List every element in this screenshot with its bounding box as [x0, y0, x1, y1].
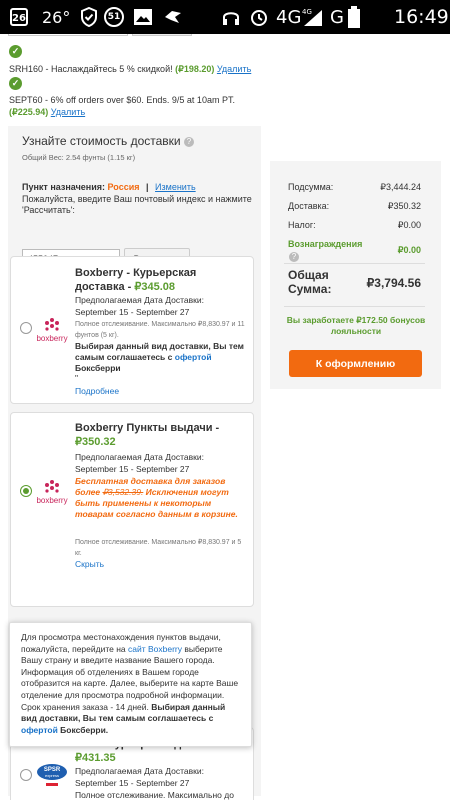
- shipping-label: Доставка:: [288, 201, 330, 211]
- shield-icon: [81, 0, 97, 34]
- coupon-row: SRH160 - Наслаждайтесь 5 % скидкой! (₽19…: [9, 64, 251, 75]
- tax-value: ₽0.00: [397, 220, 421, 230]
- svg-text:express: express: [45, 773, 59, 778]
- delivery-date-range: September 15 - September 27: [75, 778, 190, 788]
- coupon-text: SEPT60 - 6% off orders over $60. Ends. 9…: [9, 95, 235, 105]
- rewards-value: ₽0.00: [397, 245, 421, 255]
- help-icon[interactable]: ?: [183, 136, 194, 147]
- tax-label: Налог:: [288, 220, 316, 230]
- offer-note-text: Выбирая данный вид доставки, Вы тем самы…: [75, 341, 244, 362]
- tooltip-bold-end: Боксберри.: [57, 724, 109, 735]
- svg-text:boxberry: boxberry: [36, 496, 67, 505]
- cart-page: ✓ SRH160 - Наслаждайтесь 5 % скидкой! (₽…: [0, 34, 450, 800]
- help-icon[interactable]: ?: [289, 252, 299, 262]
- tracking-info: Полное отслеживание. Максимально ₽8,830.…: [75, 539, 242, 557]
- shipping-option-radio-selected[interactable]: [20, 485, 32, 497]
- summary-divider: [284, 306, 425, 307]
- divider: |: [146, 182, 149, 192]
- option-price: ₽350.32: [75, 436, 116, 448]
- svg-text:4G: 4G: [302, 8, 312, 16]
- option-title-text: Boxberry Пункты выдачи -: [75, 422, 220, 434]
- checkout-button[interactable]: К оформлению: [289, 350, 422, 377]
- pickup-info-tooltip: Для просмотра местонахождения пунктов вы…: [9, 622, 252, 747]
- coupon-text: SRH160 - Наслаждайтесь 5 % скидкой!: [9, 64, 173, 74]
- remove-coupon-link[interactable]: Удалить: [217, 64, 251, 74]
- more-details-link[interactable]: Подробнее: [75, 386, 119, 396]
- check-icon: ✓: [9, 45, 22, 58]
- headphones-icon: [221, 0, 241, 34]
- offer-link[interactable]: офертой: [175, 352, 212, 362]
- option-price: ₽345.08: [134, 281, 176, 293]
- tracking-info: Полное отслеживание. Максимально до: [75, 790, 234, 800]
- temperature: 26°: [42, 7, 71, 27]
- promo-threshold: ₽3,532.39.: [102, 487, 144, 497]
- zip-hint: Пожалуйста, введите Ваш почтовый индекс …: [22, 194, 252, 215]
- signal-icon: 4G: [300, 0, 324, 34]
- boxberry-site-link[interactable]: сайт Boxberry: [128, 644, 182, 654]
- shipping-option-radio[interactable]: [20, 322, 32, 334]
- coupon-input[interactable]: [8, 34, 128, 36]
- destination-country: Россия: [107, 182, 140, 192]
- shipping-title: Узнайте стоимость доставки ?: [22, 134, 194, 148]
- spsr-express-logo: SPSR express: [34, 762, 74, 792]
- battery-icon: [348, 0, 360, 34]
- total-weight: Общий Вес: 2.54 фунты (1.15 кг): [22, 153, 136, 162]
- shipping-title-text: Узнайте стоимость доставки: [22, 134, 181, 148]
- status-bar: 26 26° 51 4G 4G G 16:49: [0, 0, 450, 34]
- tracking-info: Полное отслеживание. Максимально ₽8,830.…: [75, 321, 245, 339]
- clock-time: 16:49: [394, 6, 449, 28]
- boxberry-logo: boxberry: [32, 315, 72, 345]
- destination-row: Пункт назначения: Россия | Изменить: [22, 182, 196, 192]
- delivery-date-range: September 15 - September 27: [75, 307, 190, 317]
- remove-coupon-link[interactable]: Удалить: [51, 107, 85, 117]
- apply-coupon-button[interactable]: [132, 34, 192, 36]
- image-icon: [133, 0, 153, 34]
- total-value: ₽3,794.56: [366, 276, 421, 290]
- option-title: Boxberry - Курьерская доставка - ₽345.08: [75, 266, 247, 294]
- delivery-date-label: Предполагаемая Дата Доставки:: [75, 452, 204, 462]
- coupon-amount: (₽198.20): [175, 64, 215, 74]
- delivery-date-label: Предполагаемая Дата Доставки:: [75, 295, 204, 305]
- loyalty-bonus-text: Вы заработаете ₽172.50 бонусов лояльност…: [286, 315, 426, 336]
- boxberry-logo: boxberry: [32, 477, 72, 507]
- hide-details-link[interactable]: Скрыть: [75, 559, 104, 569]
- offer-note-end: Боксберри: [75, 363, 121, 373]
- badge-counter: 51: [104, 0, 124, 34]
- subtotal-label: Подсумма:: [288, 182, 334, 192]
- destination-label: Пункт назначения:: [22, 182, 106, 192]
- delivery-date-label: Предполагаемая Дата Доставки:: [75, 766, 204, 776]
- check-icon: ✓: [9, 77, 22, 90]
- shipping-option-radio[interactable]: [20, 769, 32, 781]
- change-destination-link[interactable]: Изменить: [155, 182, 196, 192]
- summary-divider: [284, 263, 425, 264]
- offer-note: Выбирая данный вид доставки, Вы тем самы…: [75, 341, 247, 374]
- subtotal-value: ₽3,444.24: [380, 182, 421, 192]
- free-shipping-promo: Бесплатная доставка для заказов более ₽3…: [75, 476, 247, 520]
- network-type: 4G: [276, 6, 302, 28]
- option-title: Boxberry Пункты выдачи - ₽350.32: [75, 421, 247, 449]
- coupon-row: (₽225.94) Удалить: [9, 107, 85, 118]
- delivery-date-range: September 15 - September 27: [75, 464, 190, 474]
- alarm-icon: [249, 0, 269, 34]
- quote-mark: ": [75, 373, 79, 383]
- notification-square-icon: 26: [10, 0, 28, 34]
- tooltip-offer-link[interactable]: офертой: [21, 725, 58, 735]
- shipping-value: ₽350.32: [387, 201, 421, 211]
- bird-icon: [163, 0, 183, 34]
- svg-text:boxberry: boxberry: [36, 334, 67, 343]
- total-label: Общая Сумма:: [288, 268, 332, 296]
- coupon-amount: (₽225.94): [9, 107, 49, 117]
- svg-text:26: 26: [12, 13, 26, 24]
- carrier-letter: G: [330, 6, 344, 28]
- option-price: ₽431.35: [75, 752, 116, 764]
